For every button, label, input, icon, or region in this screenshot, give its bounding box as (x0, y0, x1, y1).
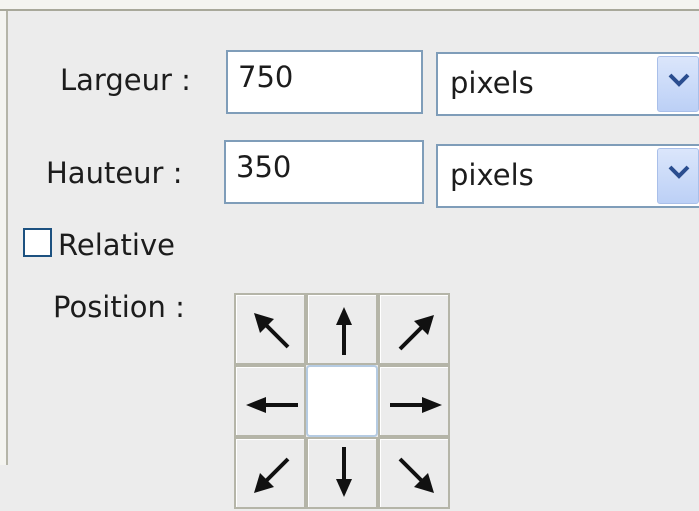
chevron-down-icon (668, 165, 690, 179)
panel-top-border (0, 0, 699, 11)
anchor-bottom[interactable] (306, 437, 378, 509)
anchor-right[interactable] (378, 365, 450, 437)
anchor-top-left[interactable] (234, 293, 306, 365)
position-label: Position : (53, 290, 185, 324)
arrow-right-icon (390, 397, 442, 413)
anchor-bottom-right[interactable] (378, 437, 450, 509)
chevron-down-icon (668, 73, 690, 87)
height-unit-dropdown-button[interactable] (657, 148, 699, 204)
panel-left-border (0, 11, 8, 465)
anchor-top-right[interactable] (378, 293, 450, 365)
arrow-up-left-icon (254, 313, 290, 349)
anchor-top[interactable] (306, 293, 378, 365)
arrow-left-icon (246, 397, 298, 413)
anchor-left[interactable] (234, 365, 306, 437)
width-input[interactable]: 750 (226, 50, 423, 114)
arrow-down-icon (336, 447, 352, 497)
anchor-center[interactable] (306, 365, 378, 437)
width-label: Largeur : (60, 63, 191, 97)
height-unit-value: pixels (450, 158, 534, 192)
arrow-down-left-icon (254, 457, 290, 493)
arrow-up-right-icon (398, 315, 434, 351)
height-input[interactable]: 350 (224, 140, 424, 204)
width-unit-value: pixels (450, 66, 534, 100)
arrow-down-right-icon (398, 457, 434, 493)
width-unit-dropdown-button[interactable] (657, 56, 699, 112)
relative-checkbox[interactable] (23, 228, 52, 257)
height-label: Hauteur : (46, 156, 183, 190)
anchor-bottom-left[interactable] (234, 437, 306, 509)
arrow-up-icon (336, 307, 352, 355)
relative-label[interactable]: Relative (58, 228, 175, 262)
